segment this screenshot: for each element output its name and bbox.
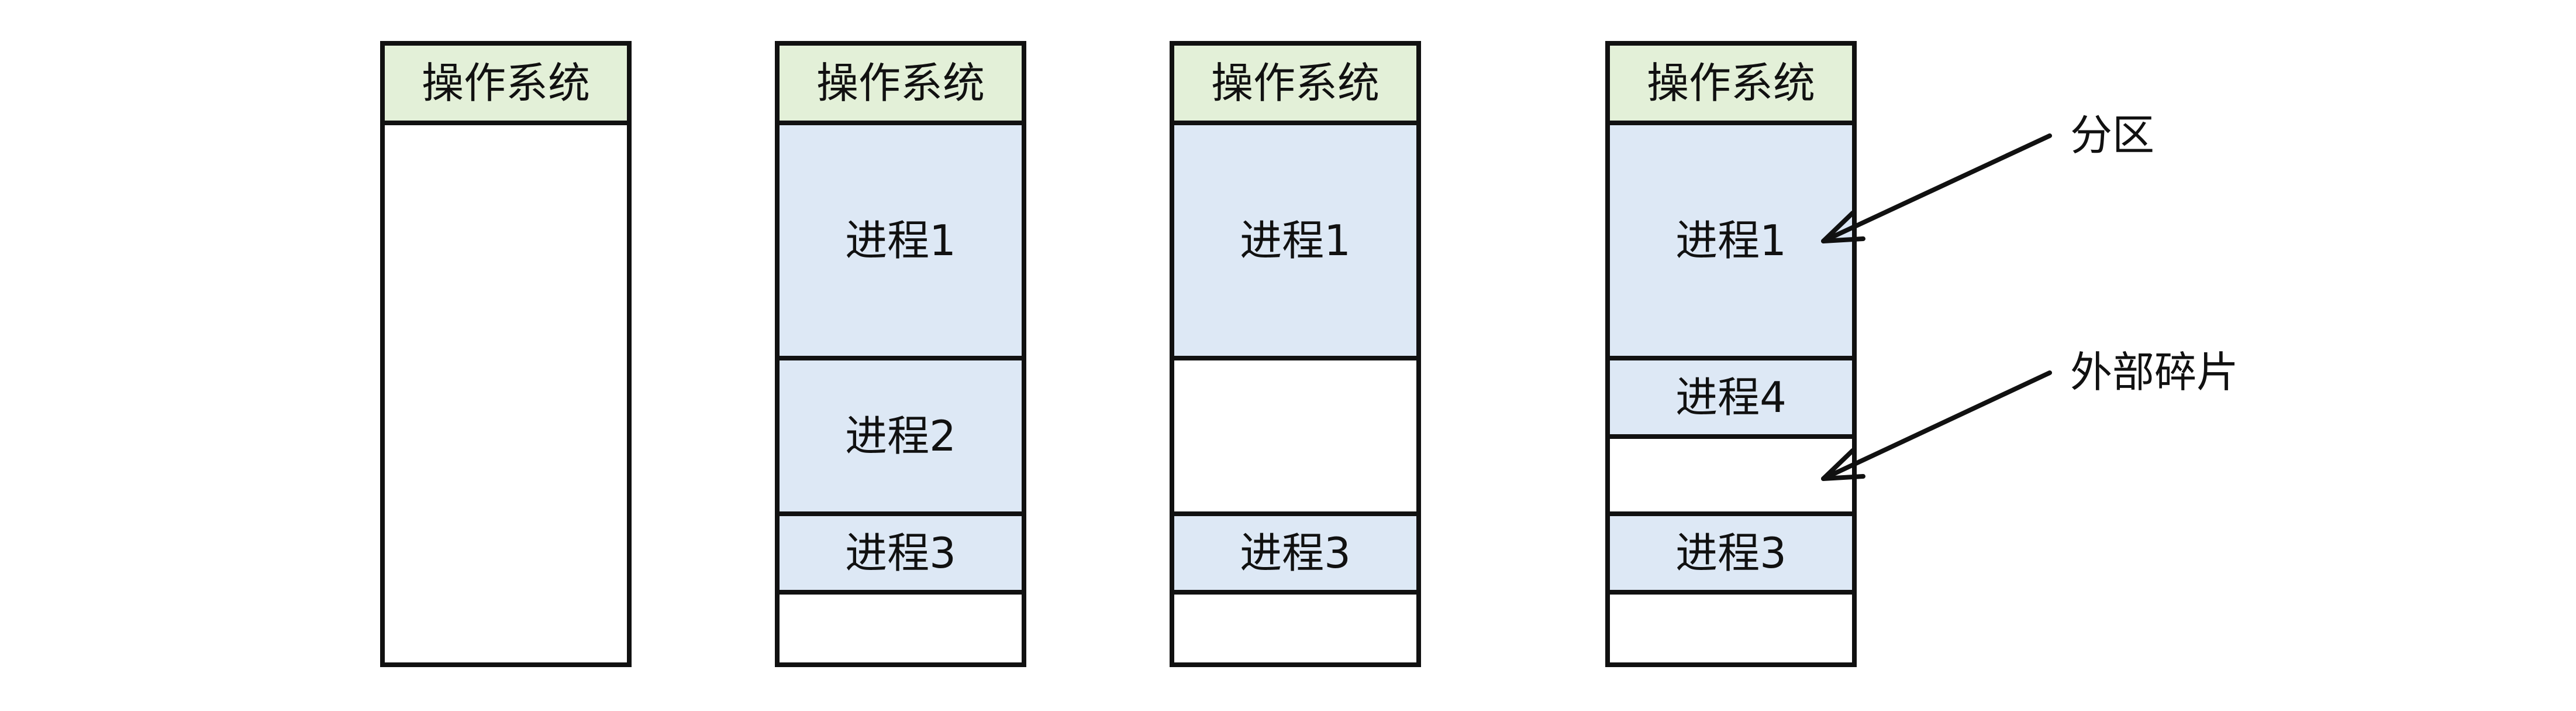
external-fragment-arrow bbox=[1821, 370, 2052, 481]
annotation-arrows bbox=[1821, 133, 2052, 481]
partition-arrow bbox=[1821, 133, 2052, 243]
